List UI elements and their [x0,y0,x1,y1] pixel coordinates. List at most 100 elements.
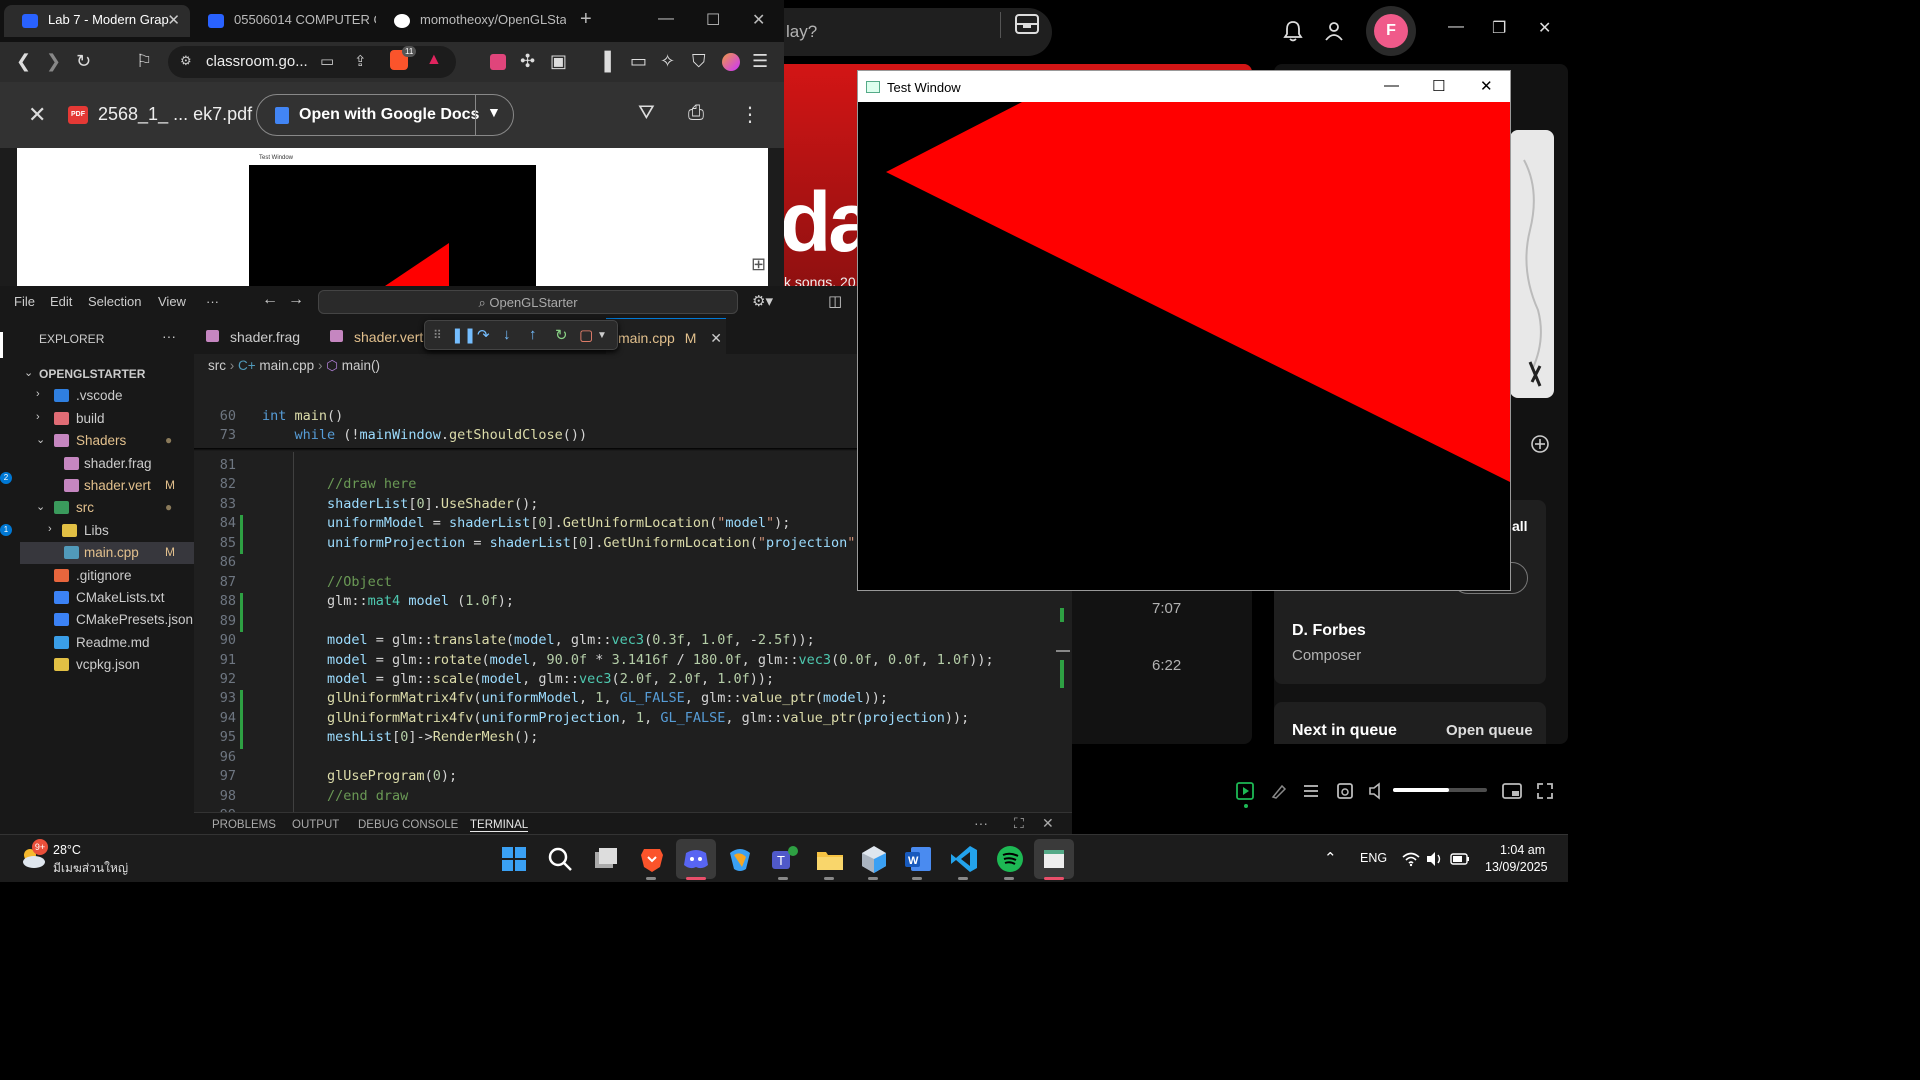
discord-taskbar-button[interactable] [676,839,716,879]
chevron-right-icon[interactable]: › [48,523,52,535]
panel-tab-debug-console[interactable]: DEBUG CONSOLE [358,819,458,831]
tree-folder[interactable]: › .vscode [20,385,194,407]
close-tab-icon[interactable]: ✕ [710,330,722,346]
wifi-icon[interactable] [1402,851,1420,867]
menu-file[interactable]: File [14,294,35,309]
spotify-icon[interactable] [994,843,1026,875]
file-explorer-icon[interactable] [814,843,846,875]
code-line[interactable]: 98 //end draw [194,788,1072,808]
translate-extension-icon[interactable] [490,54,506,70]
profile-icon[interactable] [722,53,740,71]
miniplayer-icon[interactable] [1502,782,1522,800]
close-icon[interactable]: ✕ [752,10,765,30]
reload-icon[interactable]: ↻ [76,51,91,72]
tab-main-cpp[interactable]: main.cpp M ✕ [606,318,726,354]
fullscreen-icon[interactable] [1536,782,1554,800]
chevron-down-icon[interactable]: ⌄ [36,500,45,513]
friends-icon[interactable] [1323,20,1345,42]
more-options-icon[interactable]: ⋮ [740,102,760,127]
code-line[interactable]: 94 glUniformMatrix4fv(uniformProjection,… [194,710,1072,730]
explorer-more[interactable]: ··· [162,328,176,344]
menu-view[interactable]: View [158,294,186,309]
tree-folder[interactable]: ⌄ src ● [20,497,194,519]
close-icon[interactable]: ✕ [1538,18,1551,38]
search-icon[interactable] [544,843,576,875]
forward-icon[interactable]: ❯ [46,51,61,72]
close-tab-icon[interactable]: ✕ [167,11,180,29]
breadcrumb-folder[interactable]: src [208,358,226,373]
wallet-icon[interactable]: ▭ [630,51,647,72]
queue-icon[interactable] [1302,782,1320,800]
layout-icon[interactable]: ◫ [828,292,842,310]
tree-file[interactable]: Readme.md [20,632,194,654]
pause-icon[interactable]: ❚❚ [451,326,476,344]
address-bar[interactable]: ⚙ classroom.go... ▭ ⇪ 11 ▲ [168,46,456,78]
close-icon[interactable]: ✕ [1480,77,1493,95]
app-cube-icon[interactable] [858,843,890,875]
maximize-icon[interactable]: ☐ [1432,77,1445,95]
clock-date[interactable]: 13/09/2025 [1485,860,1548,874]
chevron-right-icon[interactable]: › [36,411,40,423]
restart-icon[interactable]: ↻ [555,326,568,344]
minimize-icon[interactable]: — [658,10,674,28]
restore-icon[interactable]: ❐ [1492,18,1506,38]
bookmark-icon[interactable]: ⚐ [136,51,152,72]
code-line[interactable]: 92 model = glm::scale(model, glm::vec3(2… [194,671,1072,691]
brave-rewards-icon[interactable]: ▲ [426,51,442,69]
workspace-root[interactable]: ⌄ OPENGLSTARTER [20,363,194,385]
code-line[interactable]: 89 [194,613,1072,633]
word-icon[interactable]: W [902,843,934,875]
tab-shader-vert[interactable]: shader.vert [318,318,428,354]
open-queue-link[interactable]: Open queue [1446,722,1533,739]
bell-icon[interactable] [1283,20,1303,42]
menu-selection[interactable]: Selection [88,294,141,309]
connect-device-icon[interactable] [1336,782,1354,800]
site-settings-icon[interactable]: ⚙ [180,53,192,69]
drag-handle-icon[interactable]: ⠿ [433,328,442,342]
weather-temperature[interactable]: 28°C [53,843,81,857]
breadcrumb-file[interactable]: main.cpp [259,358,314,373]
add-icon[interactable] [1530,434,1550,454]
teams-icon[interactable]: T [768,843,800,875]
browse-icon[interactable] [1014,12,1040,36]
back-icon[interactable]: ❮ [16,51,31,72]
maximize-panel-icon[interactable]: ⛶ [1014,815,1024,832]
panel-tab-output[interactable]: OUTPUT [292,819,339,831]
spotify-search-input[interactable]: lay? [780,8,1052,56]
tree-folder[interactable]: ⌄ Shaders ● [20,430,194,452]
menu-more[interactable]: ··· [206,294,219,309]
step-into-icon[interactable]: ↓ [503,326,511,343]
chevron-down-icon[interactable]: ⌄ [24,366,33,379]
now-playing-view-icon[interactable] [1236,782,1254,800]
menu-edit[interactable]: Edit [50,294,72,309]
minimize-icon[interactable]: — [1384,77,1399,94]
brave-browser-icon[interactable] [636,843,668,875]
code-line[interactable]: 93 glUniformMatrix4fv(uniformModel, 1, G… [194,690,1072,710]
chevron-right-icon[interactable]: › [36,388,40,400]
opengl-canvas[interactable] [858,102,1510,590]
test-window-title-bar[interactable]: Test Window — ☐ ✕ [858,71,1510,102]
stop-icon[interactable]: ▢ [579,326,593,344]
code-line[interactable]: 88 glm::mat4 model (1.0f); [194,593,1072,613]
task-view-icon[interactable] [590,843,622,875]
tree-file[interactable]: shader.vert M [20,475,194,497]
add-to-drive-icon[interactable]: ⛛ [638,102,655,125]
close-icon[interactable]: ✕ [28,102,46,128]
tree-folder[interactable]: › Libs [20,520,194,542]
open-with-google-docs-button[interactable]: Open with Google Docs ▼ [256,94,514,136]
tree-file[interactable]: main.cpp M [20,542,194,565]
menu-icon[interactable]: ☰ [752,51,768,72]
volume-icon[interactable] [1368,782,1386,800]
chevron-up-icon[interactable]: ⌃ [1324,849,1337,867]
copilot-icon[interactable] [724,843,756,875]
vpn-icon[interactable]: ⛉ [692,51,706,72]
step-over-icon[interactable]: ↷ [477,326,490,344]
chevron-down-icon[interactable]: ⌄ [36,433,45,446]
code-line[interactable]: 91 model = glm::rotate(model, 90.0f * 3.… [194,652,1072,672]
weather-description[interactable]: มีเมฆส่วนใหญ่ [53,859,128,878]
chevron-down-icon[interactable]: ▼ [487,104,501,120]
share-icon[interactable]: ⇪ [354,52,367,70]
panel-tab-terminal[interactable]: TERMINAL [470,819,529,832]
code-line[interactable]: 96 [194,749,1072,769]
tree-file[interactable]: shader.frag [20,453,194,475]
